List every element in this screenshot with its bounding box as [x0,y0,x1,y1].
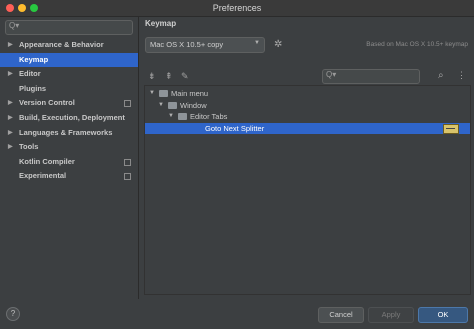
chevron-down-icon[interactable]: ▼ [149,88,155,100]
sidebar-item-experimental[interactable]: Experimental [0,169,138,184]
chevron-down-icon[interactable]: ▼ [158,100,164,112]
more-options-icon[interactable]: ⋮ [457,70,466,81]
tree-item-label: Editor Tabs [190,112,228,121]
settings-search-input[interactable]: Q▾ [5,20,133,35]
chevron-right-icon[interactable]: ▶ [8,140,13,155]
sidebar-item-label: Appearance & Behavior [19,40,104,49]
tree-folder-row[interactable]: ▼ Main menu [145,88,470,100]
folder-icon [159,90,168,97]
sidebar-item-label: Tools [19,142,39,152]
chevron-right-icon[interactable]: ▶ [8,126,13,141]
chevron-down-icon: ▼ [254,40,260,46]
sidebar-item-label: Keymap [19,54,49,64]
window-title: Preferences [212,3,262,13]
tree-item-label: Main menu [171,89,209,98]
title-bar: Preferences [0,0,474,17]
keymap-scheme-value: Mac OS X 10.5+ copy [150,40,224,49]
folder-icon [178,113,187,120]
tree-folder-row[interactable]: ▼ Window [145,100,470,112]
keymap-search-input[interactable]: Q▾ [322,69,420,84]
keymap-tree: ▼ Main menu ▼ Window ▼ Editor Tabs Goto Next S… [144,85,471,295]
sidebar-item-appearance-behavior[interactable]: ▶ Appearance & Behavior [0,38,138,53]
sidebar-item-label: Experimental [19,171,67,181]
collapse-all-icon[interactable]: ⇞ [165,71,173,82]
project-level-icon [124,173,131,181]
ok-button[interactable]: OK [418,307,468,323]
help-button[interactable]: ? [6,307,20,321]
search-icon: Q▾ [9,21,20,30]
keymap-panel: Keymap Mac OS X 10.5+ copy ▼ ✲ Based on … [139,17,474,299]
sidebar-item-label: Build, Execution, Deployment [19,112,125,122]
dialog-footer: ? Cancel Apply OK [0,299,474,329]
sidebar-item-kotlin-compiler[interactable]: Kotlin Compiler [0,155,138,170]
project-level-icon [124,100,131,108]
chevron-right-icon[interactable]: ▶ [8,96,13,111]
sidebar-item-editor[interactable]: ▶ Editor [0,67,138,82]
folder-icon [168,101,177,109]
based-on-label: Based on Mac OS X 10.5+ keymap [366,41,468,48]
tree-folder-row[interactable]: ▼ Editor Tabs [145,111,470,123]
apply-button[interactable]: Apply [368,307,414,323]
chevron-right-icon[interactable]: ▶ [8,67,13,82]
sidebar-item-label: Editor [19,69,41,79]
page-title: Keymap [145,19,177,28]
chevron-down-icon[interactable]: ▼ [168,111,174,123]
keymap-scheme-select[interactable]: Mac OS X 10.5+ copy ▼ [145,37,265,53]
search-icon: Q▾ [326,70,337,79]
sidebar-item-tools[interactable]: ▶ Tools [0,140,138,155]
find-shortcut-icon[interactable]: ⌕ [438,70,444,81]
tree-action-row[interactable]: Goto Next Splitter [145,122,470,134]
cancel-button[interactable]: Cancel [318,307,364,323]
sidebar-item-label: Languages & Frameworks [19,127,113,137]
sidebar-item-label: Plugins [19,83,47,93]
settings-sidebar: Q▾ ▶ Appearance & Behavior Keymap ▶ Editor Pl… [0,17,139,299]
project-level-icon [124,158,131,166]
sidebar-item-build-execution-deployment[interactable]: ▶ Build, Execution, Deployment [0,111,138,126]
sidebar-item-version-control[interactable]: ▶ Version Control [0,96,138,111]
tree-item-label: Window [180,100,207,110]
chevron-right-icon[interactable]: ▶ [8,38,13,53]
shortcut-icon [443,123,459,134]
sidebar-item-plugins[interactable]: Plugins [0,82,138,97]
sidebar-item-label: Kotlin Compiler [19,156,75,166]
sidebar-item-keymap[interactable]: Keymap [0,52,138,68]
sidebar-item-languages-frameworks[interactable]: ▶ Languages & Frameworks [0,126,138,141]
tree-item-label: Goto Next Splitter [205,123,265,133]
expand-all-icon[interactable]: ⇟ [148,71,156,82]
edit-icon[interactable]: ✎ [181,71,189,82]
chevron-right-icon[interactable]: ▶ [8,111,13,126]
settings-nav: ▶ Appearance & Behavior Keymap ▶ Editor Plugi… [0,38,138,184]
sidebar-item-label: Version Control [19,98,75,108]
gear-icon[interactable]: ✲ [274,39,282,50]
